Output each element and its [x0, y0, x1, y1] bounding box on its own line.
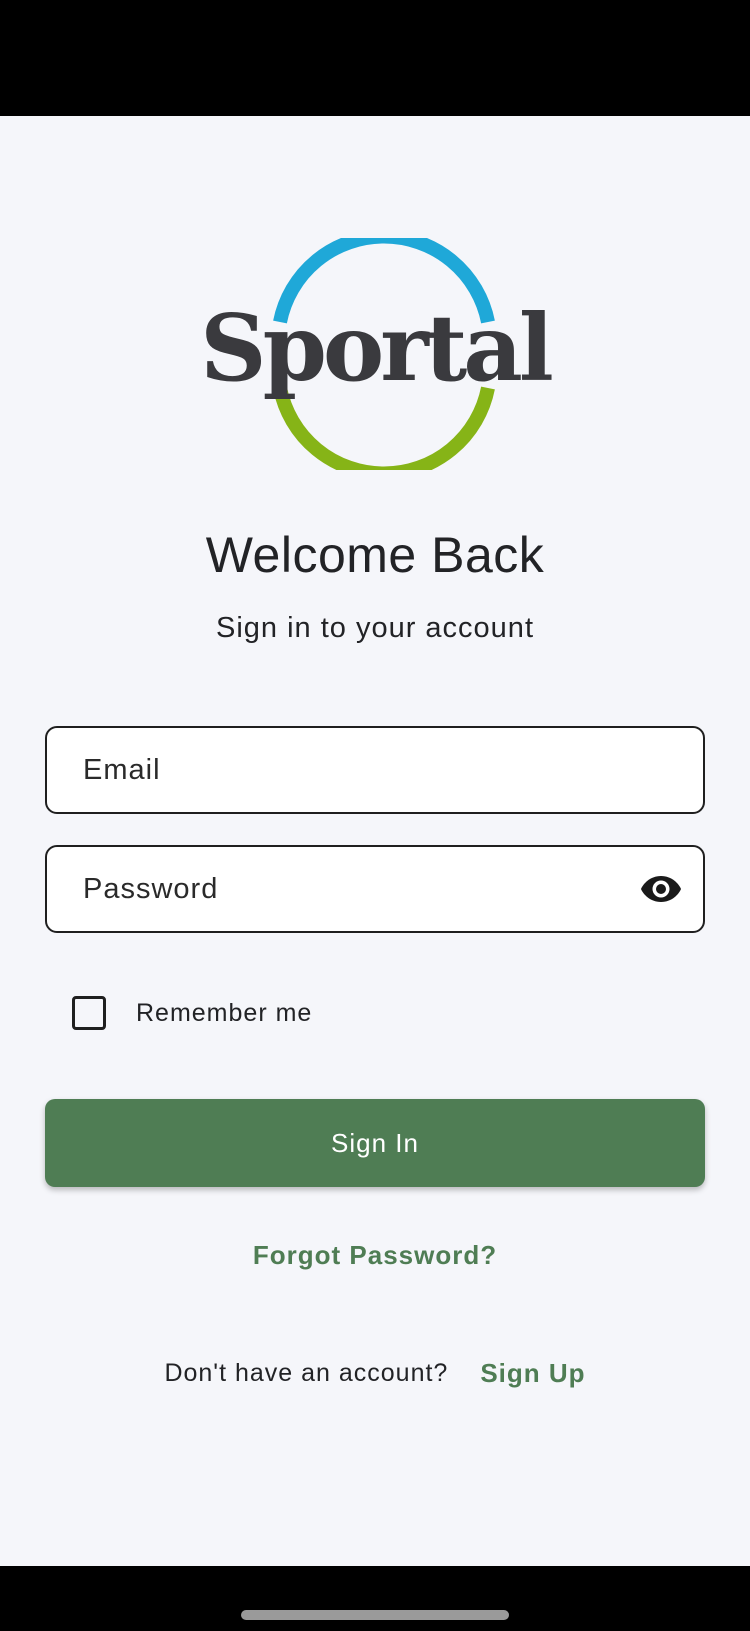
- eye-icon[interactable]: [639, 869, 683, 909]
- logo-wordmark: Sportal: [200, 294, 552, 402]
- remember-me-row[interactable]: Remember me: [72, 993, 312, 1033]
- login-screen: Sportal Welcome Back Sign in to your acc…: [0, 116, 750, 1566]
- navigation-bar: [0, 1566, 750, 1631]
- sportal-logo: Sportal: [200, 238, 556, 470]
- remember-me-checkbox[interactable]: [72, 996, 106, 1030]
- email-input[interactable]: [83, 728, 643, 812]
- email-field[interactable]: [45, 726, 705, 814]
- sign-up-link[interactable]: Sign Up: [480, 1358, 585, 1389]
- signup-prompt: Don't have an account?: [164, 1359, 449, 1387]
- password-field[interactable]: [45, 845, 705, 933]
- home-indicator[interactable]: [241, 1610, 509, 1620]
- password-input[interactable]: [83, 847, 643, 931]
- page-subtitle: Sign in to your account: [215, 612, 534, 644]
- page-title: Welcome Back: [205, 527, 545, 583]
- status-bar: [0, 0, 750, 116]
- forgot-password-link[interactable]: Forgot Password?: [0, 1240, 750, 1271]
- sign-in-button[interactable]: Sign In: [45, 1099, 705, 1187]
- remember-me-label[interactable]: Remember me: [136, 999, 312, 1028]
- signup-row: Don't have an account? Sign Up: [0, 1358, 750, 1389]
